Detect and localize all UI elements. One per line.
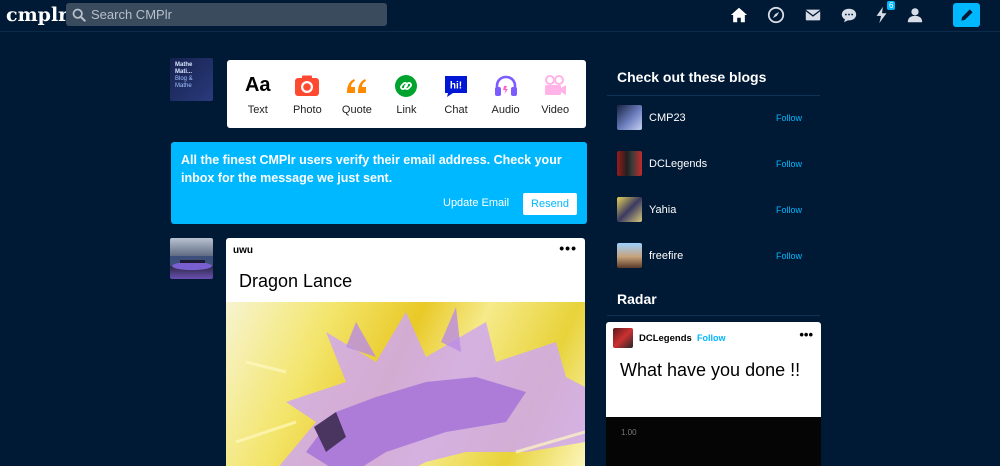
- verify-message: All the finest CMPlr users verify their …: [181, 153, 562, 185]
- media-label: 1.00: [621, 428, 637, 437]
- post-title: Dragon Lance: [239, 271, 353, 291]
- radar-author[interactable]: DCLegends: [639, 333, 692, 344]
- blog-name[interactable]: CMP23: [649, 112, 686, 124]
- divider: [607, 315, 820, 316]
- post-image[interactable]: [226, 302, 585, 466]
- search-input[interactable]: [91, 7, 371, 22]
- search-icon: [72, 8, 86, 22]
- home-icon[interactable]: [729, 5, 749, 25]
- post-type-text[interactable]: Aa Text: [234, 73, 282, 116]
- blog-name[interactable]: Yahia: [649, 204, 676, 216]
- logo[interactable]: cmplr: [6, 4, 68, 26]
- blog-item[interactable]: Yahia Follow: [617, 197, 820, 225]
- radar-post: DCLegends Follow ••• What have you done …: [606, 322, 821, 466]
- svg-text:hi!: hi!: [450, 80, 462, 91]
- headphones-icon: [494, 75, 517, 96]
- resend-button[interactable]: Resend: [523, 193, 577, 215]
- update-email-button[interactable]: Update Email: [443, 197, 509, 209]
- more-options-icon[interactable]: •••: [559, 240, 577, 256]
- link-icon: [395, 74, 418, 97]
- follow-button[interactable]: Follow: [776, 159, 802, 169]
- search-bar[interactable]: [66, 3, 387, 26]
- post-type-bar: Aa Text Photo Quote Link hi! Chat Audio …: [227, 60, 586, 128]
- post-type-audio[interactable]: Audio: [482, 73, 530, 116]
- radar-follow-button[interactable]: Follow: [697, 333, 726, 343]
- radar-post-title: What have you done !!: [620, 360, 801, 380]
- activity-badge: 6: [887, 1, 896, 10]
- account-icon[interactable]: [905, 5, 925, 25]
- radar-post-media[interactable]: 1.00: [606, 417, 821, 466]
- follow-button[interactable]: Follow: [776, 205, 802, 215]
- post-card: uwu ••• Dragon Lance: [226, 238, 585, 466]
- mail-icon[interactable]: [803, 5, 823, 25]
- post-type-quote[interactable]: Quote: [333, 73, 381, 116]
- post-type-photo[interactable]: Photo: [283, 73, 331, 116]
- blog-avatar[interactable]: [617, 151, 642, 176]
- quote-icon: [346, 78, 366, 93]
- blog-item[interactable]: DCLegends Follow: [617, 151, 820, 179]
- blog-item[interactable]: freefire Follow: [617, 243, 820, 271]
- blogs-heading: Check out these blogs: [617, 69, 767, 85]
- radar-author-avatar[interactable]: [613, 328, 633, 348]
- pencil-icon: [960, 9, 973, 21]
- more-options-icon[interactable]: •••: [799, 327, 813, 342]
- blog-item[interactable]: CMP23 Follow: [617, 105, 820, 133]
- blog-name[interactable]: freefire: [649, 250, 683, 262]
- explore-icon[interactable]: [766, 5, 786, 25]
- follow-button[interactable]: Follow: [776, 113, 802, 123]
- post-type-link[interactable]: Link: [382, 73, 430, 116]
- camera-icon: [295, 75, 320, 96]
- follow-button[interactable]: Follow: [776, 251, 802, 261]
- user-avatar[interactable]: Mathe Mati... Blog & Mathe: [170, 58, 213, 101]
- blog-name[interactable]: DCLegends: [649, 158, 707, 170]
- verify-email-banner: All the finest CMPlr users verify their …: [171, 142, 587, 224]
- chat-icon[interactable]: [839, 5, 859, 25]
- radar-heading: Radar: [617, 291, 657, 307]
- chat-bubble-icon: hi!: [445, 75, 468, 97]
- blog-avatar[interactable]: [617, 243, 642, 268]
- post-author-avatar[interactable]: [170, 238, 213, 279]
- post-author[interactable]: uwu: [233, 245, 253, 256]
- top-bar: cmplr 6: [0, 0, 1000, 32]
- video-camera-icon: [545, 74, 567, 95]
- post-type-video[interactable]: Video: [531, 73, 579, 116]
- blog-avatar[interactable]: [617, 197, 642, 222]
- text-icon: Aa: [244, 74, 271, 96]
- post-type-chat[interactable]: hi! Chat: [432, 73, 480, 116]
- blog-avatar[interactable]: [617, 105, 642, 130]
- compose-button[interactable]: [953, 3, 980, 27]
- divider: [607, 95, 820, 96]
